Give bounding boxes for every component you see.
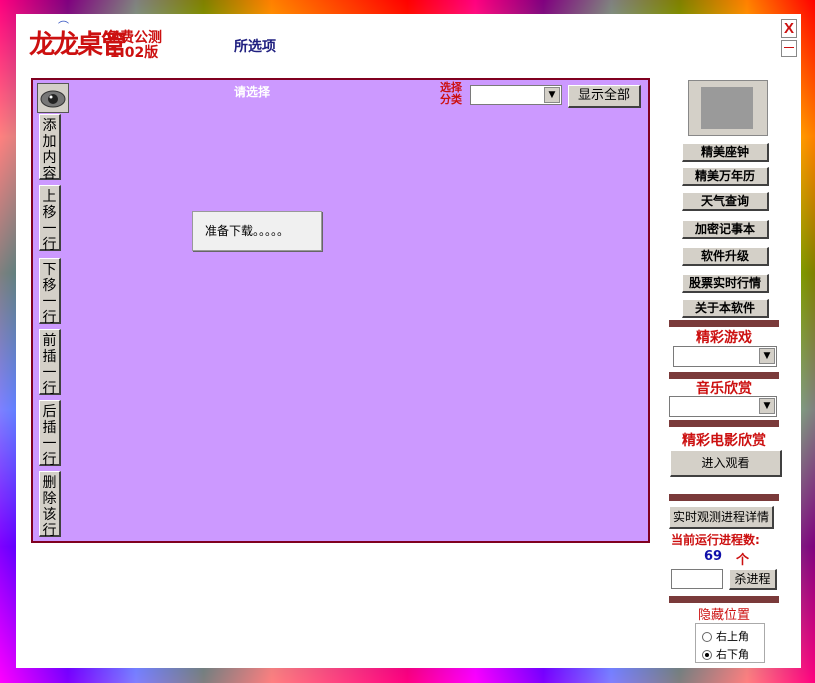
insert-before-button[interactable]: 前插一行 <box>39 329 61 397</box>
move-down-button[interactable]: 下移一行 <box>39 258 61 326</box>
process-unit: 个 <box>736 553 750 568</box>
chevron-down-icon[interactable]: ▼ <box>544 87 560 103</box>
move-up-button[interactable]: 上移一行 <box>39 185 61 253</box>
insert-after-button[interactable]: 后插一行 <box>39 400 61 468</box>
upgrade-button[interactable]: 软件升级 <box>682 247 769 266</box>
stocks-button[interactable]: 股票实时行情 <box>682 274 769 293</box>
content-panel: 请选择 选择 分类 ▼ 显示全部 添加内容 上移一行 下移一行 前插一行 后插一… <box>31 78 650 543</box>
show-all-button[interactable]: 显示全部 <box>568 85 641 108</box>
games-title: 精彩游戏 <box>696 330 752 346</box>
view-eye-button[interactable] <box>37 83 69 113</box>
radio-bottom-right-label: 右下角 <box>716 648 749 661</box>
loading-popup: 准备下载。。。。。 <box>192 211 322 251</box>
radio-bottom-right[interactable]: 右下角 <box>702 646 749 662</box>
kill-process-input[interactable] <box>671 569 723 589</box>
category-label-line2: 分类 <box>440 93 462 106</box>
preview-image <box>688 80 768 136</box>
weather-button[interactable]: 天气查询 <box>682 192 769 211</box>
process-count: 69 <box>704 549 723 564</box>
process-count-label: 当前运行进程数: <box>671 533 760 547</box>
chevron-down-icon[interactable]: ▼ <box>759 398 775 414</box>
music-select[interactable]: ▼ <box>669 396 777 417</box>
radio-top-right[interactable]: 右上角 <box>702 628 749 644</box>
hide-position-title: 隐藏位置 <box>697 608 750 623</box>
eye-icon <box>40 90 66 108</box>
selected-item-label: 所选项 <box>234 39 276 55</box>
calendar-button[interactable]: 精美万年历 <box>682 167 769 186</box>
radio-top-right-label: 右上角 <box>716 630 749 643</box>
music-title: 音乐欣赏 <box>696 381 752 397</box>
games-select[interactable]: ▼ <box>673 346 777 367</box>
category-select[interactable]: ▼ <box>470 85 562 105</box>
divider <box>669 596 779 603</box>
close-button[interactable]: X <box>781 19 797 38</box>
logo-bird-icon: ⌒ <box>58 20 69 33</box>
add-content-button[interactable]: 添加内容 <box>39 114 61 182</box>
divider <box>669 494 779 501</box>
process-detail-button[interactable]: 实时观测进程详情 <box>669 506 774 529</box>
notepad-button[interactable]: 加密记事本 <box>682 220 769 239</box>
movies-title: 精彩电影欣赏 <box>682 433 766 449</box>
divider <box>669 320 779 327</box>
chevron-down-icon[interactable]: ▼ <box>759 348 775 364</box>
divider <box>669 420 779 427</box>
preview-placeholder <box>701 87 753 129</box>
clock-button[interactable]: 精美座钟 <box>682 143 769 162</box>
minimize-button[interactable]: — <box>781 40 797 57</box>
panel-title: 请选择 <box>234 85 271 99</box>
beta-line2: 1.02版 <box>109 45 159 61</box>
about-button[interactable]: 关于本软件 <box>682 299 769 318</box>
radio-checked-icon[interactable] <box>702 650 712 660</box>
radio-icon[interactable] <box>702 632 712 642</box>
delete-row-button[interactable]: 删除该行 <box>39 471 61 539</box>
beta-badge: 免费公测 1.02版 <box>106 31 162 61</box>
category-label: 选择 分类 <box>440 82 462 106</box>
enter-watch-button[interactable]: 进入观看 <box>670 450 782 477</box>
kill-process-button[interactable]: 杀进程 <box>729 569 777 590</box>
hide-position-group: 右上角 右下角 <box>695 623 765 663</box>
beta-line1: 免费公测 <box>106 30 162 46</box>
